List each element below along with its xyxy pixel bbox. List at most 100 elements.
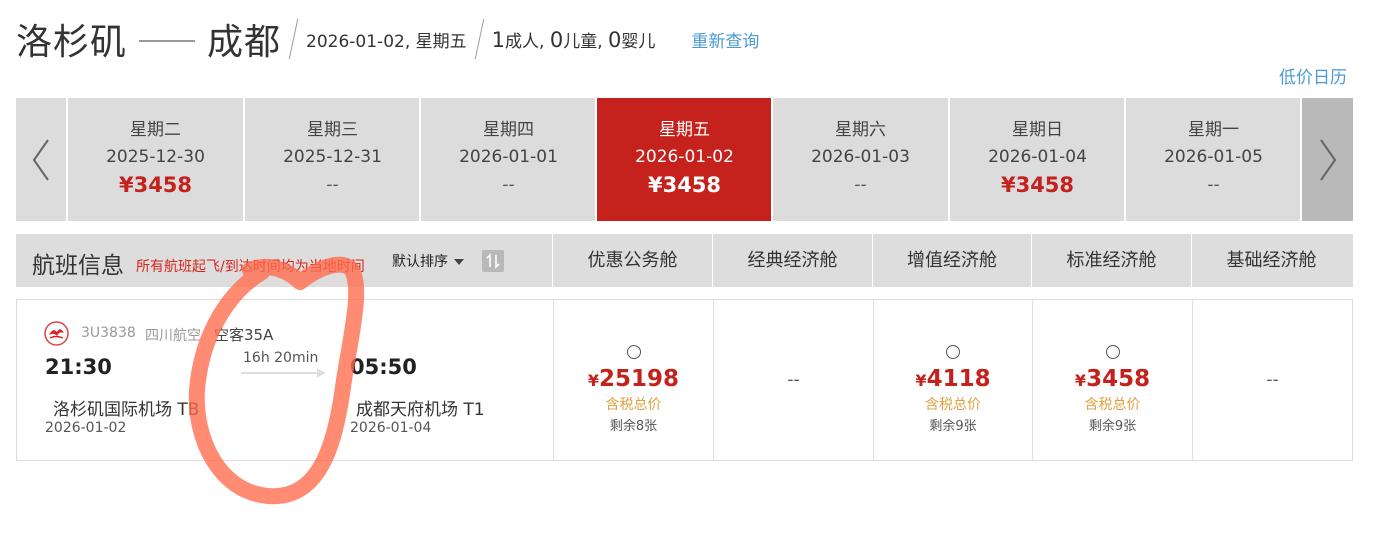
date-tab-date: 2025-12-31	[283, 147, 382, 167]
date-tab-price: ¥3458	[1000, 173, 1075, 197]
fare-price: ¥4118	[874, 365, 1032, 393]
arrival-time: 05:50	[350, 355, 417, 379]
date-tab[interactable]: 星期六 2026-01-03 --	[773, 98, 948, 221]
infants-label: 婴儿	[621, 31, 656, 52]
currency-symbol: ¥	[1074, 371, 1087, 390]
cabin-header: 基础经济舱	[1226, 250, 1317, 271]
fare-amount: 3458	[1086, 366, 1151, 392]
date-tab-price: ¥3458	[647, 173, 722, 197]
departure-date: 2026-01-02	[45, 420, 127, 436]
date-tab-weekday: 星期五	[659, 120, 710, 140]
fare-cell: --	[1193, 300, 1352, 460]
infants-count: 0	[608, 27, 622, 52]
low-price-calendar-link[interactable]: 低价日历	[1279, 63, 1347, 88]
date-tab-price: --	[854, 175, 867, 195]
sichuan-airlines-logo-icon	[44, 321, 69, 346]
arrival-date: 2026-01-04	[350, 420, 432, 436]
seats-remaining: 剩余8张	[609, 419, 658, 434]
divider	[948, 98, 950, 221]
divider	[288, 19, 299, 59]
seats-remaining: 剩余9张	[929, 419, 977, 434]
departure-time: 21:30	[45, 355, 112, 379]
date-tab[interactable]: 星期三 2025-12-31 --	[245, 98, 420, 221]
fare-cell: ¥4118 含税总价 剩余9张	[874, 300, 1032, 460]
date-tab-date: 2026-01-01	[459, 147, 558, 167]
divider	[66, 98, 68, 221]
date-tab-weekday: 星期六	[835, 120, 886, 140]
chevron-right-icon	[1319, 138, 1336, 181]
sort-toggle-button[interactable]	[482, 250, 504, 272]
divider	[595, 98, 597, 221]
sort-dropdown[interactable]: 默认排序	[392, 251, 464, 271]
fare-amount: 25198	[599, 366, 680, 392]
divider	[1124, 98, 1126, 221]
tax-included-label: 含税总价	[925, 397, 981, 413]
divider	[243, 98, 245, 221]
fare-cell: --	[714, 300, 873, 460]
sort-label: 默认排序	[392, 254, 448, 270]
requery-link[interactable]: 重新查询	[691, 27, 759, 52]
flight-duration: 16h 20min	[243, 350, 319, 366]
prev-dates-button[interactable]	[16, 98, 66, 221]
aircraft-type[interactable]: 空客35A	[214, 324, 273, 345]
date-tab[interactable]: 星期一 2026-01-05 --	[1126, 98, 1301, 221]
date-tab[interactable]: 星期四 2026-01-01 --	[421, 98, 596, 221]
destination-city: 成都	[207, 22, 282, 63]
cabin-header: 经典经济舱	[747, 250, 838, 271]
date-tab-date: 2026-01-05	[1164, 147, 1263, 167]
children-label: 儿童,	[563, 31, 603, 52]
date-tab-price: --	[1207, 175, 1220, 195]
duration-arrow	[241, 372, 325, 374]
currency-symbol: ¥	[915, 371, 927, 390]
fare-radio[interactable]	[626, 345, 641, 359]
fare-unavailable: --	[787, 370, 800, 390]
currency-symbol: ¥	[587, 371, 600, 390]
fare-amount: 4118	[926, 366, 991, 392]
flight-info-title: 航班信息	[32, 253, 124, 279]
fare-cell: ¥25198 含税总价 剩余8张	[554, 300, 713, 460]
cabin-header: 标准经济舱	[1066, 250, 1157, 271]
flight-number: 3U3838	[81, 325, 136, 341]
date-tab-weekday: 星期日	[1012, 120, 1063, 140]
tax-included-label: 含税总价	[1084, 397, 1141, 413]
fare-cell: ¥3458 含税总价 剩余9张	[1033, 300, 1192, 460]
date-tab-price: --	[502, 175, 515, 195]
origin-city: 洛杉矶	[16, 22, 128, 63]
divider	[419, 98, 421, 221]
date-tab-price: ¥3458	[118, 173, 193, 197]
divider	[771, 98, 773, 221]
date-strip: 星期二 2025-12-30 ¥3458 星期三 2025-12-31 -- 星…	[16, 98, 1353, 221]
adults-label: 成人,	[505, 31, 545, 52]
results-header: 航班信息 所有航班起飞/到达时间均为当地时间 默认排序 优惠公务舱 经典经济舱 …	[16, 234, 1353, 287]
route-arrow	[139, 40, 196, 42]
date-tab-price: --	[326, 175, 339, 195]
arrival-airport: 成都天府机场 T1	[356, 400, 485, 420]
flight-info-header: 航班信息 所有航班起飞/到达时间均为当地时间 默认排序	[16, 234, 552, 287]
airline-name: 四川航空	[145, 328, 201, 344]
date-tab-weekday: 星期三	[307, 120, 358, 140]
adults-count: 1	[491, 27, 506, 52]
children-count: 0	[549, 27, 564, 52]
cabin-header: 增值经济舱	[907, 250, 997, 271]
date-tab[interactable]: 星期日 2026-01-04 ¥3458	[950, 98, 1125, 221]
date-tab-weekday: 星期一	[1188, 120, 1239, 140]
date-tab-date: 2026-01-03	[811, 147, 910, 167]
fare-radio[interactable]	[946, 345, 960, 359]
fare-unavailable: --	[1266, 370, 1279, 390]
flight-row: 3U3838 四川航空 空客35A 21:30 16h 20min 05:50 …	[16, 299, 1353, 461]
tax-included-label: 含税总价	[605, 397, 662, 413]
next-dates-button[interactable]	[1302, 98, 1353, 221]
arrow-right-icon	[317, 368, 325, 378]
date-tab-date: 2026-01-04	[988, 147, 1087, 167]
fare-radio[interactable]	[1105, 345, 1120, 359]
fare-price: ¥3458	[1033, 365, 1192, 393]
passenger-summary: 1成人, 0儿童, 0婴儿	[492, 27, 656, 52]
caret-down-icon	[454, 259, 464, 265]
local-time-note: 所有航班起飞/到达时间均为当地时间	[136, 259, 365, 275]
date-tab-selected[interactable]: 星期五 2026-01-02 ¥3458	[597, 98, 772, 221]
divider	[474, 19, 484, 59]
seats-remaining: 剩余9张	[1088, 419, 1137, 434]
search-summary: 洛杉矶 成都 2026-01-02, 星期五 1成人, 0儿童, 0婴儿 重新查…	[16, 14, 759, 64]
date-tab[interactable]: 星期二 2025-12-30 ¥3458	[68, 98, 243, 221]
cabin-header: 优惠公务舱	[587, 250, 678, 271]
